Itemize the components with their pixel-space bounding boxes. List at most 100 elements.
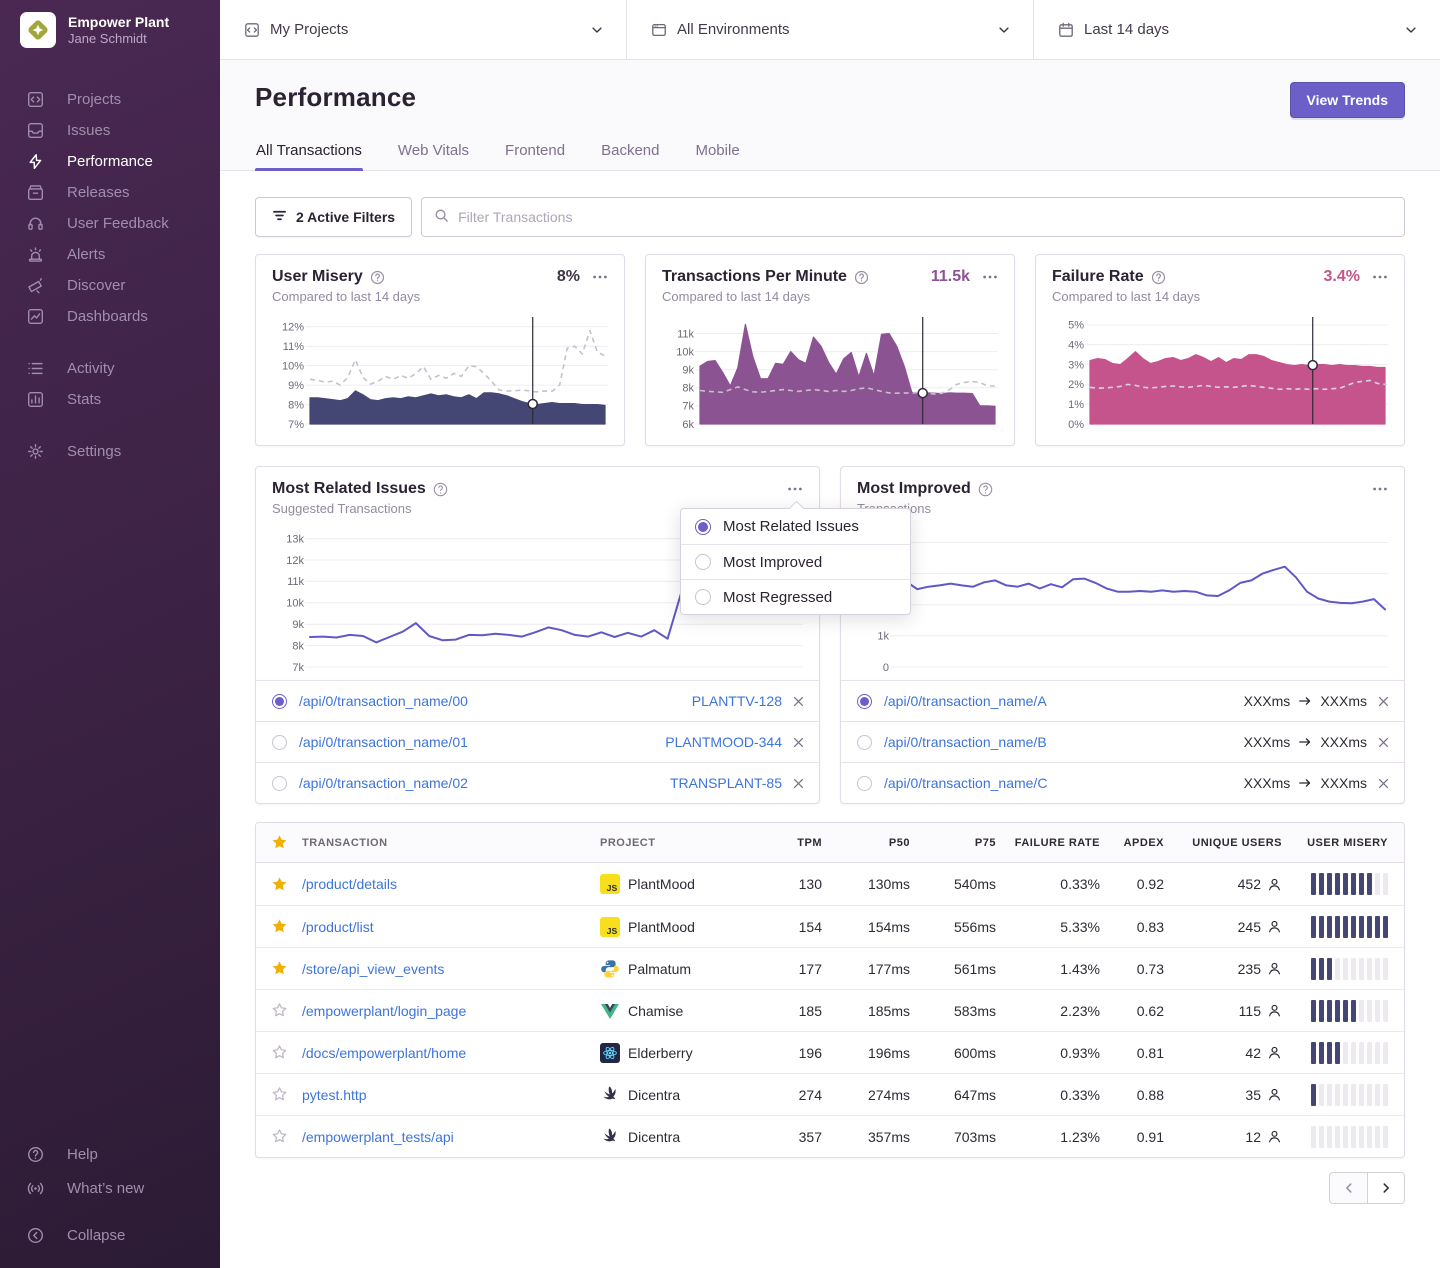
sidebar-item-collapse[interactable]: Collapse xyxy=(0,1218,220,1252)
transaction-link[interactable]: /api/0/transaction_name/01 xyxy=(299,734,468,750)
view-trends-button[interactable]: View Trends xyxy=(1290,82,1405,118)
previous-page-button[interactable] xyxy=(1330,1173,1367,1203)
main-area: My ProjectsAll EnvironmentsLast 14 days … xyxy=(220,0,1440,1268)
star-filled-icon[interactable] xyxy=(256,876,302,893)
close-icon[interactable] xyxy=(1377,736,1390,749)
column-header-transaction[interactable]: TRANSACTION xyxy=(302,837,600,849)
menu-item-most-regressed[interactable]: Most Regressed xyxy=(681,579,910,614)
transaction-radio[interactable] xyxy=(857,735,872,750)
failure-rate-value: 1.43% xyxy=(996,961,1100,977)
transaction-link[interactable]: /docs/empowerplant/home xyxy=(302,1045,466,1061)
sidebar-item-alerts[interactable]: Alerts xyxy=(0,239,220,270)
transaction-link[interactable]: /api/0/transaction_name/A xyxy=(884,693,1047,709)
panel-menu-button[interactable] xyxy=(787,481,803,497)
sidebar-item-projects[interactable]: Projects xyxy=(0,84,220,115)
transaction-radio[interactable] xyxy=(272,735,287,750)
sidebar-item-user-feedback[interactable]: User Feedback xyxy=(0,208,220,239)
menu-radio[interactable] xyxy=(695,519,711,535)
transaction-radio[interactable] xyxy=(272,694,287,709)
transaction-link[interactable]: /empowerplant_tests/api xyxy=(302,1129,454,1145)
user-misery-bars xyxy=(1282,1084,1388,1106)
sidebar-item-discover[interactable]: Discover xyxy=(0,270,220,301)
apdex-value: 0.83 xyxy=(1100,919,1164,935)
transaction-link[interactable]: /api/0/transaction_name/B xyxy=(884,734,1047,750)
sidebar-item-what-s-new[interactable]: What’s new xyxy=(0,1171,220,1205)
column-header-p75[interactable]: P75 xyxy=(910,837,996,849)
star-outline-icon[interactable] xyxy=(256,1128,302,1145)
help-icon[interactable] xyxy=(1151,270,1166,285)
metric-menu-button[interactable] xyxy=(1372,269,1388,285)
sidebar-item-releases[interactable]: Releases xyxy=(0,177,220,208)
menu-radio[interactable] xyxy=(695,554,711,570)
global-filter-last-14-days[interactable]: Last 14 days xyxy=(1033,0,1440,59)
metric-menu-button[interactable] xyxy=(592,269,608,285)
transaction-link[interactable]: /product/details xyxy=(302,876,397,892)
failure-rate-value: 0.33% xyxy=(996,1087,1100,1103)
star-outline-icon[interactable] xyxy=(256,1044,302,1061)
sidebar-item-issues[interactable]: Issues xyxy=(0,115,220,146)
star-icon[interactable] xyxy=(256,834,302,851)
help-icon[interactable] xyxy=(433,482,448,497)
sidebar-item-settings[interactable]: Settings xyxy=(0,436,220,467)
column-header-project[interactable]: PROJECT xyxy=(600,837,760,849)
star-filled-icon[interactable] xyxy=(256,918,302,935)
transaction-link[interactable]: /api/0/transaction_name/02 xyxy=(299,775,468,791)
transaction-link[interactable]: /product/list xyxy=(302,919,374,935)
transaction-link[interactable]: /store/api_view_events xyxy=(302,961,444,977)
panel-title: Most Related Issues xyxy=(272,480,426,498)
transaction-radio[interactable] xyxy=(857,776,872,791)
issue-link[interactable]: PLANTTV-128 xyxy=(692,693,782,709)
platform-swift-icon xyxy=(600,1085,620,1105)
org-logo-icon xyxy=(20,12,56,48)
table-row: /product/listJSPlantMood154154ms556ms5.3… xyxy=(256,905,1404,947)
transaction-link[interactable]: /api/0/transaction_name/00 xyxy=(299,693,468,709)
sidebar-item-help[interactable]: Help xyxy=(0,1137,220,1171)
transaction-radio[interactable] xyxy=(857,694,872,709)
sidebar-item-activity[interactable]: Activity xyxy=(0,353,220,384)
column-header-unique-users[interactable]: UNIQUE USERS xyxy=(1164,837,1282,849)
help-icon[interactable] xyxy=(978,482,993,497)
menu-item-most-improved[interactable]: Most Improved xyxy=(681,544,910,579)
tab-all-transactions[interactable]: All Transactions xyxy=(255,138,363,171)
help-icon[interactable] xyxy=(370,270,385,285)
star-outline-icon[interactable] xyxy=(256,1002,302,1019)
panel-menu-button[interactable] xyxy=(1372,481,1388,497)
close-icon[interactable] xyxy=(1377,777,1390,790)
transaction-link[interactable]: /empowerplant/login_page xyxy=(302,1003,466,1019)
tab-backend[interactable]: Backend xyxy=(600,138,660,171)
star-outline-icon[interactable] xyxy=(256,1086,302,1103)
column-header-p50[interactable]: P50 xyxy=(822,837,910,849)
column-header-user-misery[interactable]: USER MISERY xyxy=(1282,837,1388,849)
close-icon[interactable] xyxy=(792,695,805,708)
star-filled-icon[interactable] xyxy=(256,960,302,977)
global-filter-my-projects[interactable]: My Projects xyxy=(220,0,626,59)
active-filters-button[interactable]: 2 Active Filters xyxy=(255,197,412,237)
next-page-button[interactable] xyxy=(1367,1173,1404,1203)
p75-value: 647ms xyxy=(910,1087,996,1103)
sidebar-item-dashboards[interactable]: Dashboards xyxy=(0,301,220,332)
global-filter-all-environments[interactable]: All Environments xyxy=(626,0,1033,59)
issue-link[interactable]: PLANTMOOD-344 xyxy=(665,734,782,750)
tab-mobile[interactable]: Mobile xyxy=(694,138,740,171)
transaction-link[interactable]: pytest.http xyxy=(302,1087,367,1103)
tab-frontend[interactable]: Frontend xyxy=(504,138,566,171)
transaction-link[interactable]: /api/0/transaction_name/C xyxy=(884,775,1047,791)
metric-menu-button[interactable] xyxy=(982,269,998,285)
help-icon[interactable] xyxy=(854,270,869,285)
transaction-radio[interactable] xyxy=(272,776,287,791)
tab-web-vitals[interactable]: Web Vitals xyxy=(397,138,470,171)
column-header-failure-rate[interactable]: FAILURE RATE xyxy=(996,837,1100,849)
org-switcher[interactable]: Empower Plant Jane Schmidt xyxy=(0,0,220,58)
close-icon[interactable] xyxy=(1377,695,1390,708)
search-input[interactable] xyxy=(458,209,1392,225)
settings-icon xyxy=(27,443,45,461)
issue-link[interactable]: TRANSPLANT-85 xyxy=(670,775,782,791)
close-icon[interactable] xyxy=(792,777,805,790)
sidebar-item-stats[interactable]: Stats xyxy=(0,384,220,415)
menu-radio[interactable] xyxy=(695,589,711,605)
menu-item-most-related-issues[interactable]: Most Related Issues xyxy=(681,509,910,544)
column-header-tpm[interactable]: TPM xyxy=(760,837,822,849)
close-icon[interactable] xyxy=(792,736,805,749)
column-header-apdex[interactable]: APDEX xyxy=(1100,837,1164,849)
sidebar-item-performance[interactable]: Performance xyxy=(0,146,220,177)
